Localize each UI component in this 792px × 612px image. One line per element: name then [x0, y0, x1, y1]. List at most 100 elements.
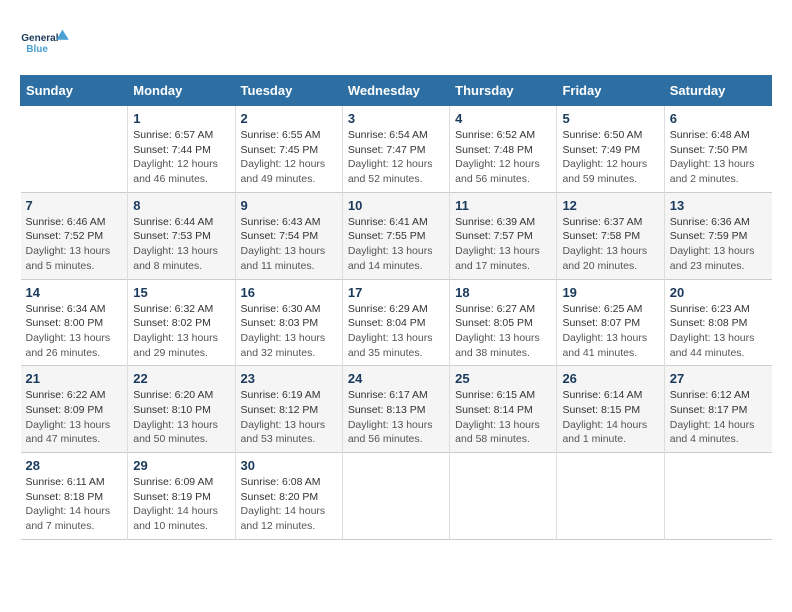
day-number: 21: [26, 371, 123, 386]
day-detail: Sunrise: 6:20 AMSunset: 8:10 PMDaylight:…: [133, 388, 229, 447]
calendar-table: SundayMondayTuesdayWednesdayThursdayFrid…: [20, 75, 772, 540]
day-detail: Sunrise: 6:19 AMSunset: 8:12 PMDaylight:…: [241, 388, 337, 447]
day-detail: Sunrise: 6:39 AMSunset: 7:57 PMDaylight:…: [455, 215, 551, 274]
calendar-cell: [21, 106, 128, 193]
day-detail: Sunrise: 6:23 AMSunset: 8:08 PMDaylight:…: [670, 302, 767, 361]
calendar-cell: 29 Sunrise: 6:09 AMSunset: 8:19 PMDayligh…: [128, 453, 235, 540]
day-detail: Sunrise: 6:22 AMSunset: 8:09 PMDaylight:…: [26, 388, 123, 447]
day-number: 6: [670, 111, 767, 126]
calendar-cell: 9 Sunrise: 6:43 AMSunset: 7:54 PMDaylight…: [235, 192, 342, 279]
day-detail: Sunrise: 6:44 AMSunset: 7:53 PMDaylight:…: [133, 215, 229, 274]
calendar-cell: 16 Sunrise: 6:30 AMSunset: 8:03 PMDayligh…: [235, 279, 342, 366]
day-number: 19: [562, 285, 658, 300]
day-number: 27: [670, 371, 767, 386]
weekday-header: Tuesday: [235, 76, 342, 106]
day-number: 9: [241, 198, 337, 213]
day-number: 18: [455, 285, 551, 300]
day-number: 17: [348, 285, 444, 300]
calendar-cell: 4 Sunrise: 6:52 AMSunset: 7:48 PMDaylight…: [450, 106, 557, 193]
day-detail: Sunrise: 6:25 AMSunset: 8:07 PMDaylight:…: [562, 302, 658, 361]
day-number: 8: [133, 198, 229, 213]
day-number: 11: [455, 198, 551, 213]
calendar-cell: 17 Sunrise: 6:29 AMSunset: 8:04 PMDayligh…: [342, 279, 449, 366]
day-number: 26: [562, 371, 658, 386]
day-number: 5: [562, 111, 658, 126]
day-detail: Sunrise: 6:57 AMSunset: 7:44 PMDaylight:…: [133, 128, 229, 187]
calendar-week-row: 21 Sunrise: 6:22 AMSunset: 8:09 PMDayligh…: [21, 366, 772, 453]
page-header: General Blue: [20, 20, 772, 65]
day-detail: Sunrise: 6:08 AMSunset: 8:20 PMDaylight:…: [241, 475, 337, 534]
day-detail: Sunrise: 6:30 AMSunset: 8:03 PMDaylight:…: [241, 302, 337, 361]
weekday-header: Thursday: [450, 76, 557, 106]
calendar-cell: [557, 453, 664, 540]
day-number: 15: [133, 285, 229, 300]
day-detail: Sunrise: 6:36 AMSunset: 7:59 PMDaylight:…: [670, 215, 767, 274]
calendar-cell: 20 Sunrise: 6:23 AMSunset: 8:08 PMDayligh…: [664, 279, 771, 366]
weekday-header: Saturday: [664, 76, 771, 106]
calendar-week-row: 28Sunrise: 6:11 AMSunset: 8:18 PMDayligh…: [21, 453, 772, 540]
day-number: 3: [348, 111, 444, 126]
calendar-cell: 18 Sunrise: 6:27 AMSunset: 8:05 PMDayligh…: [450, 279, 557, 366]
weekday-header: Monday: [128, 76, 235, 106]
calendar-cell: 5 Sunrise: 6:50 AMSunset: 7:49 PMDaylight…: [557, 106, 664, 193]
day-detail: Sunrise: 6:09 AMSunset: 8:19 PMDaylight:…: [133, 475, 229, 534]
weekday-header: Friday: [557, 76, 664, 106]
calendar-cell: 26 Sunrise: 6:14 AMSunset: 8:15 PMDayligh…: [557, 366, 664, 453]
day-number: 25: [455, 371, 551, 386]
day-detail: Sunrise: 6:27 AMSunset: 8:05 PMDaylight:…: [455, 302, 551, 361]
calendar-cell: 28Sunrise: 6:11 AMSunset: 8:18 PMDayligh…: [21, 453, 128, 540]
calendar-cell: 11 Sunrise: 6:39 AMSunset: 7:57 PMDayligh…: [450, 192, 557, 279]
calendar-cell: 15Sunrise: 6:32 AMSunset: 8:02 PMDayligh…: [128, 279, 235, 366]
calendar-cell: 19 Sunrise: 6:25 AMSunset: 8:07 PMDayligh…: [557, 279, 664, 366]
day-number: 23: [241, 371, 337, 386]
day-detail: Sunrise: 6:37 AMSunset: 7:58 PMDaylight:…: [562, 215, 658, 274]
day-detail: Sunrise: 6:48 AMSunset: 7:50 PMDaylight:…: [670, 128, 767, 187]
day-number: 22: [133, 371, 229, 386]
day-number: 16: [241, 285, 337, 300]
day-detail: Sunrise: 6:55 AMSunset: 7:45 PMDaylight:…: [241, 128, 337, 187]
calendar-cell: 1 Sunrise: 6:57 AMSunset: 7:44 PMDaylight…: [128, 106, 235, 193]
day-detail: Sunrise: 6:29 AMSunset: 8:04 PMDaylight:…: [348, 302, 444, 361]
logo: General Blue: [20, 20, 70, 65]
day-number: 14: [26, 285, 123, 300]
calendar-cell: 21 Sunrise: 6:22 AMSunset: 8:09 PMDayligh…: [21, 366, 128, 453]
day-detail: Sunrise: 6:14 AMSunset: 8:15 PMDaylight:…: [562, 388, 658, 447]
day-detail: Sunrise: 6:50 AMSunset: 7:49 PMDaylight:…: [562, 128, 658, 187]
calendar-cell: [450, 453, 557, 540]
calendar-cell: 14 Sunrise: 6:34 AMSunset: 8:00 PMDayligh…: [21, 279, 128, 366]
day-number: 7: [26, 198, 123, 213]
day-detail: Sunrise: 6:34 AMSunset: 8:00 PMDaylight:…: [26, 302, 123, 361]
day-number: 4: [455, 111, 551, 126]
day-detail: Sunrise: 6:54 AMSunset: 7:47 PMDaylight:…: [348, 128, 444, 187]
day-detail: Sunrise: 6:17 AMSunset: 8:13 PMDaylight:…: [348, 388, 444, 447]
day-number: 12: [562, 198, 658, 213]
day-detail: Sunrise: 6:52 AMSunset: 7:48 PMDaylight:…: [455, 128, 551, 187]
day-detail: Sunrise: 6:41 AMSunset: 7:55 PMDaylight:…: [348, 215, 444, 274]
calendar-cell: 13 Sunrise: 6:36 AMSunset: 7:59 PMDayligh…: [664, 192, 771, 279]
calendar-body: 1 Sunrise: 6:57 AMSunset: 7:44 PMDaylight…: [21, 106, 772, 540]
calendar-cell: 10 Sunrise: 6:41 AMSunset: 7:55 PMDayligh…: [342, 192, 449, 279]
svg-text:Blue: Blue: [26, 44, 48, 55]
calendar-week-row: 1 Sunrise: 6:57 AMSunset: 7:44 PMDaylight…: [21, 106, 772, 193]
weekday-row: SundayMondayTuesdayWednesdayThursdayFrid…: [21, 76, 772, 106]
day-detail: Sunrise: 6:15 AMSunset: 8:14 PMDaylight:…: [455, 388, 551, 447]
calendar-cell: 6 Sunrise: 6:48 AMSunset: 7:50 PMDaylight…: [664, 106, 771, 193]
calendar-cell: 2 Sunrise: 6:55 AMSunset: 7:45 PMDaylight…: [235, 106, 342, 193]
calendar-week-row: 7 Sunrise: 6:46 AMSunset: 7:52 PMDaylight…: [21, 192, 772, 279]
day-number: 2: [241, 111, 337, 126]
calendar-cell: 23 Sunrise: 6:19 AMSunset: 8:12 PMDayligh…: [235, 366, 342, 453]
day-number: 29: [133, 458, 229, 473]
calendar-cell: 12 Sunrise: 6:37 AMSunset: 7:58 PMDayligh…: [557, 192, 664, 279]
svg-text:General: General: [21, 33, 58, 44]
calendar-cell: 3 Sunrise: 6:54 AMSunset: 7:47 PMDaylight…: [342, 106, 449, 193]
day-number: 10: [348, 198, 444, 213]
day-number: 20: [670, 285, 767, 300]
day-detail: Sunrise: 6:46 AMSunset: 7:52 PMDaylight:…: [26, 215, 123, 274]
day-detail: Sunrise: 6:11 AMSunset: 8:18 PMDaylight:…: [26, 475, 123, 534]
logo-svg: General Blue: [20, 20, 70, 65]
day-number: 1: [133, 111, 229, 126]
day-number: 13: [670, 198, 767, 213]
day-detail: Sunrise: 6:43 AMSunset: 7:54 PMDaylight:…: [241, 215, 337, 274]
calendar-cell: 8 Sunrise: 6:44 AMSunset: 7:53 PMDaylight…: [128, 192, 235, 279]
calendar-cell: [664, 453, 771, 540]
